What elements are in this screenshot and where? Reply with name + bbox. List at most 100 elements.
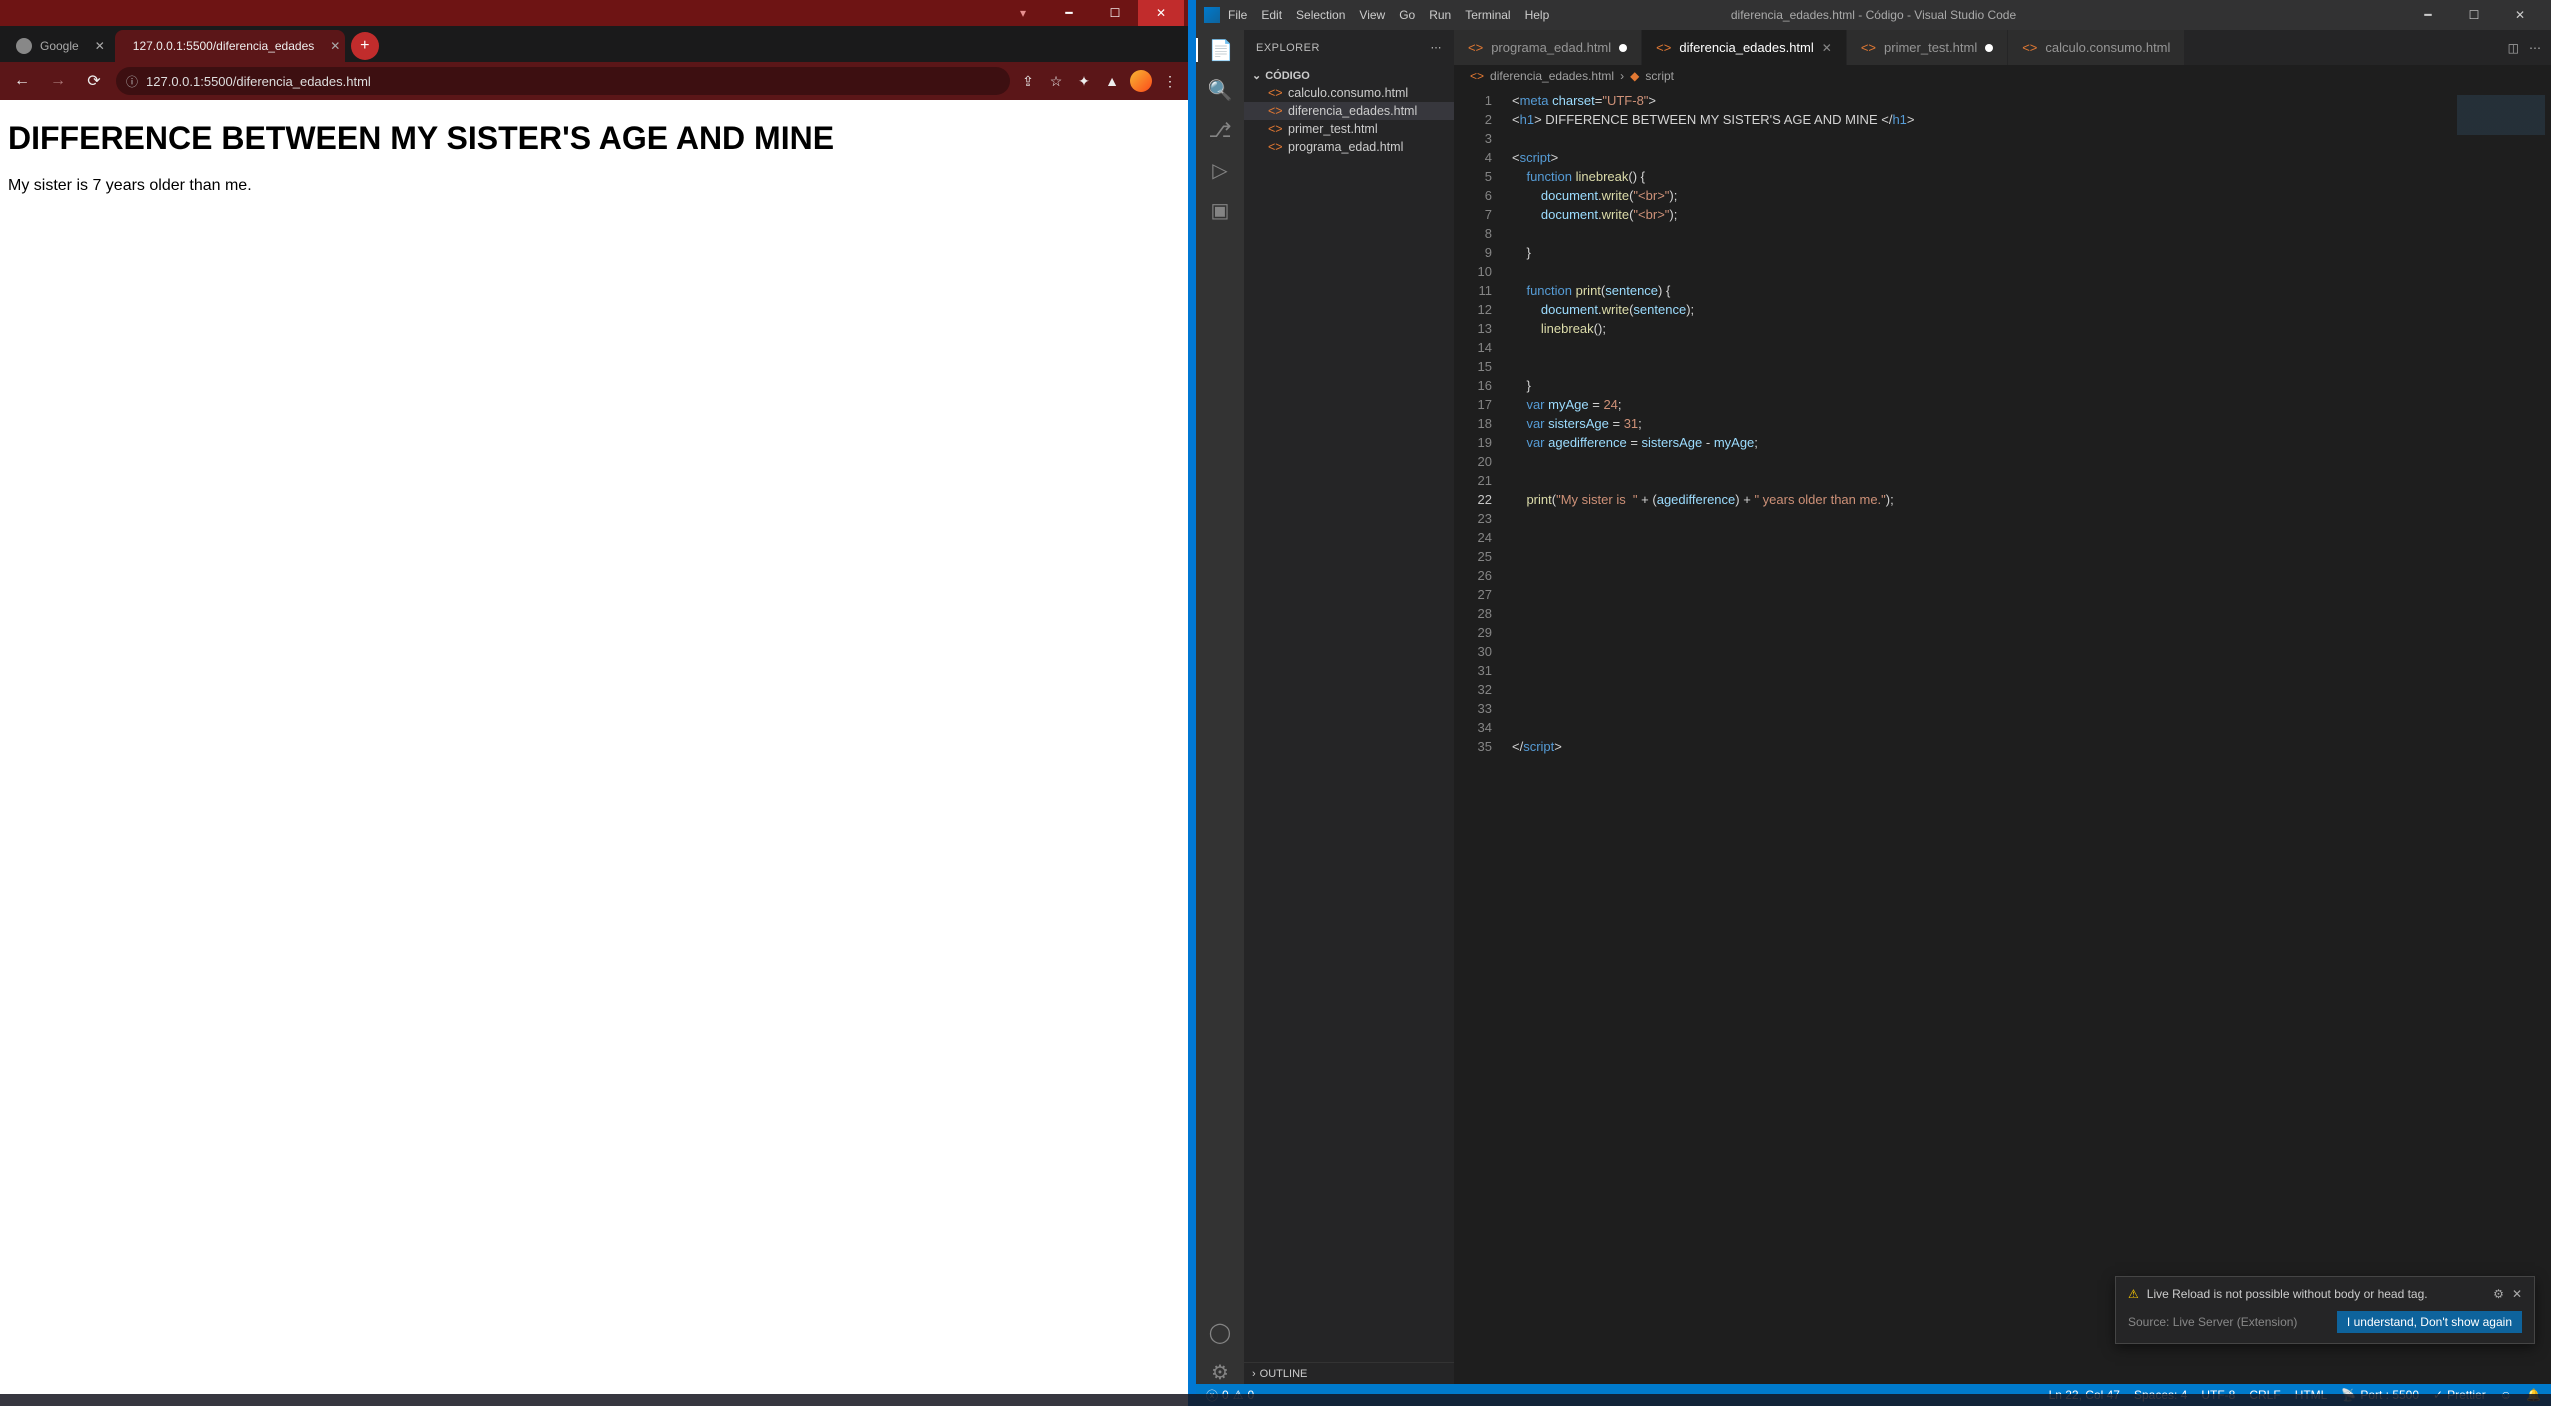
toast-close-icon[interactable]: ✕ xyxy=(2512,1287,2522,1301)
tab-label: diferencia_edades.html xyxy=(1679,40,1813,55)
menu-icon[interactable]: ⋮ xyxy=(1160,71,1180,91)
editor-toolbar: ◫ ⋯ xyxy=(2498,30,2551,65)
html-file-icon: <> xyxy=(1861,40,1876,55)
code-editor[interactable]: 1234567891011121314151617181920212223242… xyxy=(1454,87,2551,1384)
file-item[interactable]: <>programa_edad.html xyxy=(1244,138,1454,156)
menu-view[interactable]: View xyxy=(1359,8,1385,22)
site-info-icon[interactable]: ⓘ xyxy=(126,73,138,90)
settings-gear-icon[interactable]: ⚙ xyxy=(1208,1360,1232,1384)
vscode-body: 📄 🔍 ⎇ ▷ ▣ ◯ ⚙ EXPLORER ⋯ ⌄ CÓDIGO <> calc… xyxy=(1196,30,2551,1384)
html-file-icon: <> xyxy=(1268,140,1282,154)
chevron-down-icon: ⌄ xyxy=(1252,69,1261,82)
window-snap-divider[interactable] xyxy=(1188,0,1196,1406)
browser-titlebar[interactable]: ▾ ━ ☐ ✕ xyxy=(0,0,1188,26)
browser-window-controls: ▾ ━ ☐ ✕ xyxy=(1000,0,1184,26)
extension2-icon[interactable]: ▲ xyxy=(1102,71,1122,91)
menu-edit[interactable]: Edit xyxy=(1261,8,1282,22)
file-name: calculo.consumo.html xyxy=(1288,86,1408,100)
menu-go[interactable]: Go xyxy=(1399,8,1415,22)
more-actions-icon[interactable]: ⋯ xyxy=(2529,41,2541,55)
page-paragraph: My sister is 7 years older than me. xyxy=(8,177,1180,195)
close-button[interactable]: ✕ xyxy=(1138,0,1184,26)
minimize-button[interactable]: ━ xyxy=(1046,0,1092,26)
chevron-right-icon: › xyxy=(1252,1368,1256,1380)
browser-tab-localhost[interactable]: 127.0.0.1:5500/diferencia_edades ✕ xyxy=(115,30,345,62)
file-item[interactable]: <> diferencia_edades.html xyxy=(1244,102,1454,120)
file-name: primer_test.html xyxy=(1288,122,1378,136)
editor-tab[interactable]: <>calculo.consumo.html xyxy=(2008,30,2185,65)
windows-taskbar[interactable] xyxy=(0,1394,2551,1406)
menu-run[interactable]: Run xyxy=(1429,8,1451,22)
html-file-icon: <> xyxy=(1268,86,1282,100)
bookmark-icon[interactable]: ☆ xyxy=(1046,71,1066,91)
modified-dot-icon xyxy=(1619,44,1627,52)
search-activity-icon[interactable]: 🔍 xyxy=(1208,78,1232,102)
run-debug-activity-icon[interactable]: ▷ xyxy=(1208,158,1232,182)
share-icon[interactable]: ⇪ xyxy=(1018,71,1038,91)
browser-tab-google[interactable]: Google ✕ xyxy=(6,30,115,62)
explorer-sidebar: EXPLORER ⋯ ⌄ CÓDIGO <> calculo.consumo.ht… xyxy=(1244,30,1454,1384)
accounts-icon[interactable]: ◯ xyxy=(1208,1320,1232,1344)
menu-help[interactable]: Help xyxy=(1525,8,1550,22)
minimap[interactable] xyxy=(2451,87,2551,1384)
breadcrumbs[interactable]: <> diferencia_edades.html › ◆ script xyxy=(1454,65,2551,87)
notification-toast: ⚠ Live Reload is not possible without bo… xyxy=(2115,1276,2535,1344)
maximize-button[interactable]: ☐ xyxy=(2451,0,2497,30)
extensions-icon[interactable]: ✦ xyxy=(1074,71,1094,91)
url-input[interactable]: ⓘ 127.0.0.1:5500/diferencia_edades.html xyxy=(116,67,1010,95)
profile-avatar[interactable] xyxy=(1130,70,1152,92)
breadcrumb-file[interactable]: diferencia_edades.html xyxy=(1490,69,1614,83)
explorer-header: EXPLORER ⋯ xyxy=(1244,30,1454,65)
back-button[interactable]: ← xyxy=(8,67,36,95)
explorer-activity-icon[interactable]: 📄 xyxy=(1196,38,1244,62)
close-tab-icon[interactable]: ✕ xyxy=(330,39,340,53)
extensions-activity-icon[interactable]: ▣ xyxy=(1208,198,1232,222)
editor-area: <>programa_edad.html <> diferencia_edades.… xyxy=(1454,30,2551,1384)
vscode-titlebar[interactable]: FileEditSelectionViewGoRunTerminalHelp d… xyxy=(1196,0,2551,30)
file-item[interactable]: <> calculo.consumo.html xyxy=(1244,84,1454,102)
symbol-icon: ◆ xyxy=(1630,69,1639,83)
split-editor-icon[interactable]: ◫ xyxy=(2508,41,2519,55)
file-item[interactable]: <>primer_test.html xyxy=(1244,120,1454,138)
html-file-icon: <> xyxy=(1656,40,1671,55)
toast-gear-icon[interactable]: ⚙ xyxy=(2493,1287,2504,1301)
menu-file[interactable]: File xyxy=(1228,8,1247,22)
reload-button[interactable]: ⟳ xyxy=(80,67,108,95)
maximize-button[interactable]: ☐ xyxy=(1092,0,1138,26)
menu-selection[interactable]: Selection xyxy=(1296,8,1345,22)
vscode-window: File Edit Selection View Go Run Terminal Help d… xyxy=(1196,0,2551,1406)
close-tab-icon[interactable]: ✕ xyxy=(95,39,105,53)
explorer-label: EXPLORER xyxy=(1256,42,1320,54)
tab-title: Google xyxy=(40,39,79,53)
forward-button[interactable]: → xyxy=(44,67,72,95)
browser-addressbar: ← → ⟳ ⓘ 127.0.0.1:5500/diferencia_edades… xyxy=(0,62,1188,100)
tab-label: calculo.consumo.html xyxy=(2045,40,2170,55)
toast-action-button[interactable]: I understand, Don't show again xyxy=(2337,1311,2522,1333)
file-tree: ⌄ CÓDIGO <> calculo.consumo.html <> diferen… xyxy=(1244,65,1454,1362)
outline-section[interactable]: › OUTLINE xyxy=(1244,1362,1454,1384)
html-file-icon: <> xyxy=(1268,104,1282,118)
menu-terminal[interactable]: Terminal xyxy=(1465,8,1510,22)
code-content[interactable]: <meta charset="UTF-8"><h1> DIFFERENCE BE… xyxy=(1504,87,2451,1384)
close-button[interactable]: ✕ xyxy=(2497,0,2543,30)
editor-tab[interactable]: <> diferencia_edades.html ✕ xyxy=(1642,30,1847,65)
tab-label: primer_test.html xyxy=(1884,40,1977,55)
toast-message: Live Reload is not possible without body… xyxy=(2147,1287,2428,1301)
editor-tab[interactable]: <> primer_test.html xyxy=(1847,30,2008,65)
browser-toolbar-icons: ⇪ ☆ ✦ ▲ ⋮ xyxy=(1018,70,1180,92)
editor-tab[interactable]: <>programa_edad.html xyxy=(1454,30,1642,65)
vscode-window-controls: ━ ☐ ✕ xyxy=(2405,0,2543,30)
explorer-more-icon[interactable]: ⋯ xyxy=(1431,41,1443,54)
file-name: diferencia_edades.html xyxy=(1288,104,1417,118)
minimize-button[interactable]: ━ xyxy=(2405,0,2451,30)
new-tab-button[interactable]: + xyxy=(351,32,379,60)
close-tab-icon[interactable]: ✕ xyxy=(1822,41,1832,55)
browser-dropdown-icon[interactable]: ▾ xyxy=(1000,0,1046,26)
vscode-menu: File Edit Selection View Go Run Terminal Help xyxy=(1228,8,1549,22)
page-heading: DIFFERENCE BETWEEN MY SISTER'S AGE AND M… xyxy=(8,120,1180,157)
breadcrumb-symbol[interactable]: script xyxy=(1645,69,1674,83)
browser-tabstrip: Google ✕ 127.0.0.1:5500/diferencia_edade… xyxy=(0,26,1188,62)
source-control-activity-icon[interactable]: ⎇ xyxy=(1208,118,1232,142)
browser-page-content: DIFFERENCE BETWEEN MY SISTER'S AGE AND M… xyxy=(0,100,1188,1406)
folder-root[interactable]: ⌄ CÓDIGO xyxy=(1244,67,1454,84)
